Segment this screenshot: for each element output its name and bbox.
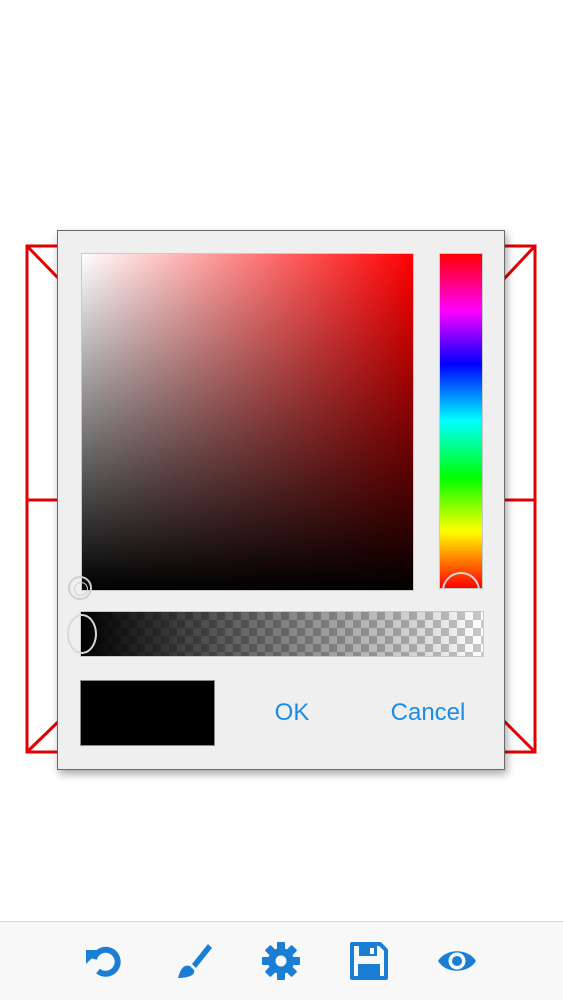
- brush-icon: [178, 944, 212, 978]
- save-button[interactable]: [348, 940, 390, 982]
- preview-button[interactable]: [436, 940, 478, 982]
- ok-button[interactable]: OK: [258, 693, 326, 733]
- drawn-line-tl: [25, 244, 62, 282]
- undo-icon: [86, 946, 121, 977]
- saturation-value-marker[interactable]: [68, 576, 92, 600]
- drawn-line-bl: [25, 718, 62, 754]
- current-color-swatch: [80, 680, 215, 746]
- brush-button[interactable]: [172, 940, 214, 982]
- hue-slider[interactable]: [439, 253, 483, 589]
- settings-button[interactable]: [260, 940, 302, 982]
- undo-button[interactable]: [84, 940, 126, 982]
- saturation-value-field[interactable]: [68, 253, 414, 600]
- bottom-toolbar: [0, 921, 563, 1000]
- color-picker-dialog: OK Cancel: [57, 230, 505, 770]
- alpha-marker[interactable]: [67, 614, 97, 654]
- gear-icon: [262, 942, 300, 980]
- alpha-slider[interactable]: [67, 611, 484, 657]
- drawn-line-br: [501, 718, 537, 754]
- eye-icon: [438, 951, 476, 971]
- drawn-line-tr: [501, 244, 537, 282]
- cancel-button[interactable]: Cancel: [373, 693, 483, 733]
- hue-marker[interactable]: [442, 572, 480, 588]
- save-icon: [350, 942, 388, 980]
